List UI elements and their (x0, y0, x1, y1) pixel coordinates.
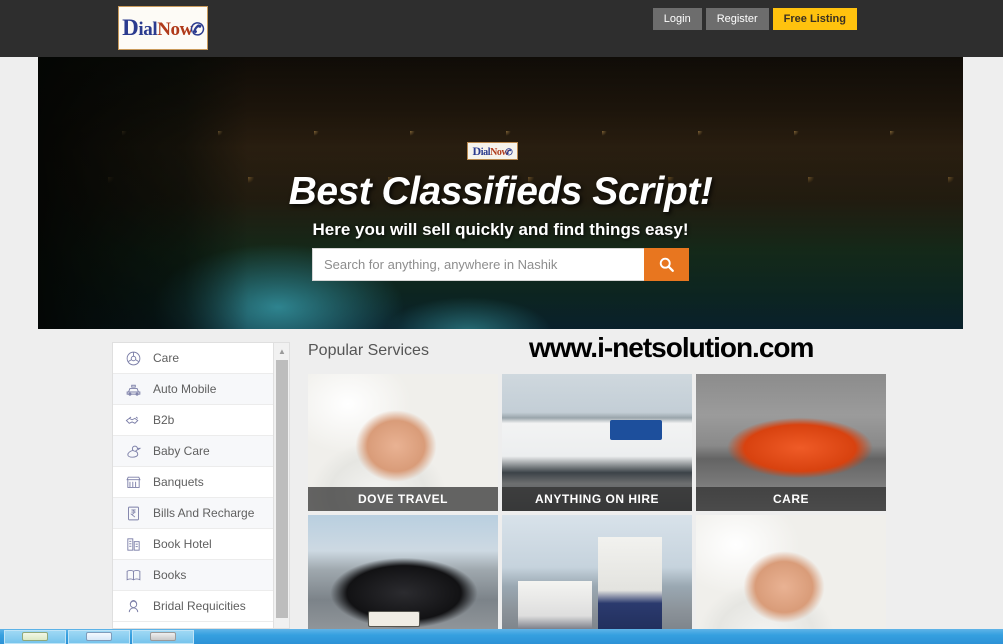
brand-logo-text: DialNow✆ (122, 15, 206, 41)
logo-letters-ial: ial (138, 19, 158, 40)
books-icon (123, 565, 144, 586)
sidebar-item-label: Bills And Recharge (153, 506, 255, 520)
hero-subtitle: Here you will sell quickly and find thin… (312, 220, 689, 239)
hero-logo-watermark: DialNow✆ (467, 142, 518, 160)
sidebar-item-bills-and-recharge[interactable]: Bills And Recharge (113, 498, 275, 529)
sidebar-item-label: Care (153, 351, 180, 365)
main-content: Care Auto Mobile B2b Baby Care Banquets … (0, 329, 1003, 644)
category-sidebar: Care Auto Mobile B2b Baby Care Banquets … (112, 342, 290, 629)
hero-carousel[interactable]: DialNow✆ Best Classifieds Script! Here y… (38, 57, 963, 329)
search-input[interactable] (312, 248, 644, 281)
service-card[interactable]: CARE (696, 374, 886, 511)
window-icon (22, 632, 48, 641)
sidebar-item-label: Banquets (153, 475, 204, 489)
register-button[interactable]: Register (705, 8, 769, 30)
rupee-note-icon (123, 503, 144, 524)
logo-letter-d: D (122, 15, 139, 40)
scroll-up-arrow-icon[interactable]: ▲ (274, 343, 289, 359)
sidebar-item-label: Auto Mobile (153, 382, 217, 396)
sidebar-scrollbar[interactable]: ▲ (273, 343, 289, 628)
service-card[interactable]: DOVE TRAVEL (308, 374, 498, 511)
taskbar-item-3[interactable] (132, 629, 194, 644)
site-header: DialNow✆ Login Register Free Listing (0, 0, 1003, 57)
hero-phone-signal-icon: ✆ (504, 145, 514, 158)
service-card-image (502, 515, 692, 644)
service-card-image (308, 515, 498, 644)
service-card-caption: ANYTHING ON HIRE (502, 487, 692, 511)
site-watermark: www.i-netsolution.com (529, 332, 814, 363)
sidebar-item-baby-care[interactable]: Baby Care (113, 436, 275, 467)
sidebar-item-book-hotel[interactable]: Book Hotel (113, 529, 275, 560)
handshake-icon (123, 410, 144, 431)
hero-title: Best Classifieds Script! (288, 170, 713, 213)
hero-logo-text: DialNow✆ (472, 143, 514, 159)
brand-logo[interactable]: DialNow✆ (118, 6, 208, 50)
search-button[interactable] (644, 248, 689, 281)
sidebar-item-b2b[interactable]: B2b (113, 405, 275, 436)
window-icon (150, 632, 176, 641)
popular-services-section: Popular Services www.i-netsolution.com D… (308, 332, 894, 644)
building-icon (123, 534, 144, 555)
sidebar-item-auto-mobile[interactable]: Auto Mobile (113, 374, 275, 405)
login-button[interactable]: Login (652, 8, 702, 30)
duck-icon (123, 441, 144, 462)
service-card[interactable] (696, 515, 886, 644)
service-card-image (696, 515, 886, 644)
hero-logo-letter-d: D (472, 143, 481, 158)
os-taskbar (0, 629, 1003, 644)
sidebar-item-label: Bridal Requicities (153, 599, 246, 613)
hero-logo-letters-ial: ial (480, 146, 491, 158)
sidebar-item-label: Books (153, 568, 187, 582)
header-nav: Login Register Free Listing (652, 8, 857, 30)
service-card-caption: CARE (696, 487, 886, 511)
sidebar-item-label: Baby Care (153, 444, 210, 458)
sidebar-item-banquets[interactable]: Banquets (113, 467, 275, 498)
sidebar-item-label: B2b (153, 413, 175, 427)
taxi-icon (123, 379, 144, 400)
taskbar-item-1[interactable] (4, 629, 66, 644)
sidebar-item-label: Book Hotel (153, 537, 212, 551)
service-card[interactable]: ANYTHING ON HIRE (502, 374, 692, 511)
category-list: Care Auto Mobile B2b Baby Care Banquets … (113, 343, 275, 622)
window-icon (86, 632, 112, 641)
taskbar-item-2[interactable] (68, 629, 130, 644)
search-icon (659, 257, 674, 272)
service-card[interactable] (502, 515, 692, 644)
service-card-caption: DOVE TRAVEL (308, 487, 498, 511)
services-grid: DOVE TRAVEL ANYTHING ON HIRE CARE (308, 374, 894, 644)
wheel-icon (123, 348, 144, 369)
free-listing-button[interactable]: Free Listing (772, 8, 857, 30)
scrollbar-thumb[interactable] (276, 360, 288, 618)
sidebar-item-bridal-requicities[interactable]: Bridal Requicities (113, 591, 275, 622)
service-card[interactable] (308, 515, 498, 644)
bride-icon (123, 596, 144, 617)
storefront-icon (123, 472, 144, 493)
sidebar-item-books[interactable]: Books (113, 560, 275, 591)
sidebar-item-care[interactable]: Care (113, 343, 275, 374)
hero-search-bar (312, 248, 689, 281)
